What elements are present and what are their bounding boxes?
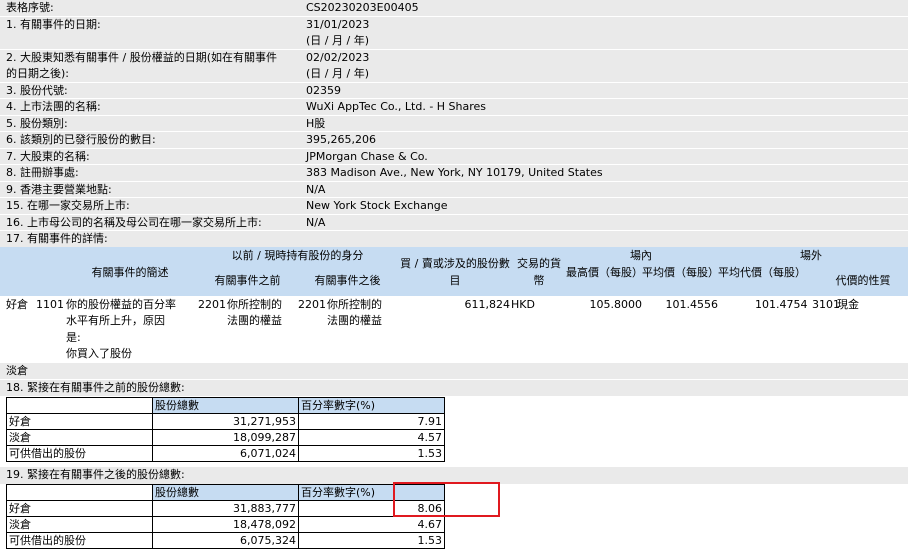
section18-long-pct: 7.91 <box>298 413 445 430</box>
header-shares-involved: 買 / 賣或涉及的股份數目 <box>400 257 510 287</box>
section19-title: 19. 緊接在有關事件之後的股份總數: <box>6 468 185 481</box>
event-date-format: (日 / 月 / 年) <box>306 34 369 47</box>
section19-corner <box>6 484 153 501</box>
form-serial-value: CS20230203E00405 <box>306 1 419 14</box>
event-shares: 611,824 <box>464 298 511 311</box>
section18-long-label: 好倉 <box>6 413 153 430</box>
exchange-value: New York Stock Exchange <box>306 199 448 212</box>
registered-office-label: 8. 註冊辦事處: <box>6 166 79 179</box>
stock-code-label: 3. 股份代號: <box>6 84 68 97</box>
share-class-value: H股 <box>306 117 326 130</box>
event-high-price: 105.8000 <box>589 298 643 311</box>
event-before-line-1: 你所控制的 <box>227 298 282 311</box>
company-name-value: WuXi AppTec Co., Ltd. - H Shares <box>306 100 487 113</box>
section19-lending-shares: 6,075,324 <box>152 532 299 549</box>
event-after-line-2: 法團的權益 <box>327 314 382 327</box>
event-desc-line-3: 是: <box>66 331 81 344</box>
section18-long-shares: 31,271,953 <box>152 413 299 430</box>
section18-short-label: 淡倉 <box>6 429 153 446</box>
header-currency: 交易的貨幣 <box>517 257 561 287</box>
event-code-3101: 3101 <box>812 298 840 311</box>
shareholder-name-value: JPMorgan Chase & Co. <box>306 150 428 163</box>
header-event-desc: 有關事件的簡述 <box>91 266 169 279</box>
section18-header-shares: 股份總數 <box>152 397 299 414</box>
section18-lending-shares: 6,071,024 <box>152 445 299 462</box>
company-name-label: 4. 上市法團的名稱: <box>6 100 101 113</box>
aware-date-value: 02/02/2023 <box>306 51 370 64</box>
section19-long-label: 好倉 <box>6 500 153 517</box>
section19-short-pct: 4.67 <box>298 516 445 533</box>
event-desc-line-1: 你的股份權益的百分率 <box>66 298 176 311</box>
hk-business-label: 9. 香港主要營業地點: <box>6 183 112 196</box>
header-after-event: 有關事件之後 <box>314 274 381 287</box>
header-consideration-nature: 代價的性質 <box>835 274 891 287</box>
issued-shares-label: 6. 該類別的已發行股份的數目: <box>6 133 156 146</box>
section19-short-label: 淡倉 <box>6 516 153 533</box>
section18-lending-pct: 1.53 <box>298 445 445 462</box>
event-currency: HKD <box>511 298 535 311</box>
event-nature: 現金 <box>837 298 859 311</box>
stock-code-value: 02359 <box>306 84 341 97</box>
header-high-price: 最高價（每股） <box>566 266 643 279</box>
event-avg-consideration: 101.4754 <box>755 298 808 311</box>
event-avg-price: 101.4556 <box>665 298 719 311</box>
aware-date-format: (日 / 月 / 年) <box>306 67 369 80</box>
header-avg-price: 平均價（每股） <box>642 266 719 279</box>
section18-short-shares: 18,099,287 <box>152 429 299 446</box>
header-holding-capacity: 以前 / 現時持有股份的身分 <box>231 249 364 262</box>
section19-table: 股份總數 百分率數字(%) 好倉 31,883,777 8.06 淡倉 18,4… <box>6 484 445 549</box>
disclosure-form: 表格序號: CS20230203E00405 1. 有關事件的日期: 31/01… <box>0 0 908 557</box>
section19-lending-label: 可供借出的股份 <box>6 532 153 549</box>
section18-header-pct: 百分率數字(%) <box>298 397 445 414</box>
parent-company-value: N/A <box>306 216 326 229</box>
section18-lending-label: 可供借出的股份 <box>6 445 153 462</box>
table-row: 淡倉 18,099,287 4.57 <box>6 429 445 446</box>
event-date-value: 31/01/2023 <box>306 18 370 31</box>
event-date-label: 1. 有關事件的日期: <box>6 18 101 31</box>
table-row: 淡倉 18,478,092 4.67 <box>6 516 445 533</box>
section19-long-shares: 31,883,777 <box>152 500 299 517</box>
section18-title: 18. 緊接在有關事件之前的股份總數: <box>6 381 185 394</box>
event-details-label: 17. 有關事件的詳情: <box>6 232 108 245</box>
header-off-market: 場外 <box>800 249 822 262</box>
aware-date-label: 2. 大股東知悉有關事件 / 股份權益的日期(如在有關事件 <box>6 51 277 64</box>
exchange-label: 15. 在哪一家交易所上市: <box>6 199 130 212</box>
event-code-before: 2201 <box>198 298 226 311</box>
table-row: 好倉 31,271,953 7.91 <box>6 413 445 430</box>
header-on-market: 場內 <box>630 249 652 262</box>
event-code-1101: 1101 <box>36 298 64 311</box>
header-before-event: 有關事件之前 <box>214 274 281 287</box>
table-row: 可供借出的股份 6,075,324 1.53 <box>6 532 445 549</box>
parent-company-label: 16. 上市母公司的名稱及母公司在哪一家交易所上市: <box>6 216 262 229</box>
hk-business-value: N/A <box>306 183 326 196</box>
form-serial-label: 表格序號: <box>6 1 54 14</box>
event-after-line-1: 你所控制的 <box>327 298 382 311</box>
issued-shares-value: 395,265,206 <box>306 133 376 146</box>
section18-table: 股份總數 百分率數字(%) 好倉 31,271,953 7.91 淡倉 18,0… <box>6 397 445 462</box>
info-section-bg <box>0 0 908 247</box>
share-class-label: 5. 股份類別: <box>6 117 68 130</box>
section19-short-shares: 18,478,092 <box>152 516 299 533</box>
section19-lending-pct: 1.53 <box>298 532 445 549</box>
section18-short-pct: 4.57 <box>298 429 445 446</box>
registered-office-value: 383 Madison Ave., New York, NY 10179, Un… <box>306 166 603 179</box>
highlight-box <box>393 482 500 517</box>
section18-corner <box>6 397 153 414</box>
event-position: 好倉 <box>6 298 28 311</box>
table-row: 好倉 31,883,777 8.06 <box>6 500 445 517</box>
event-desc-line-2: 水平有所上升，原因 <box>66 314 165 327</box>
header-avg-consideration: 平均代價（每股） <box>718 266 806 279</box>
event-before-line-2: 法團的權益 <box>227 314 282 327</box>
shareholder-name-label: 7. 大股東的名稱: <box>6 150 90 163</box>
event-code-after: 2201 <box>298 298 326 311</box>
event-short-position: 淡倉 <box>6 364 28 377</box>
aware-date-label-cont: 的日期之後): <box>6 67 69 80</box>
section19-header-shares: 股份總數 <box>152 484 299 501</box>
event-desc-line-4: 你買入了股份 <box>66 347 132 360</box>
table-row: 可供借出的股份 6,071,024 1.53 <box>6 445 445 462</box>
